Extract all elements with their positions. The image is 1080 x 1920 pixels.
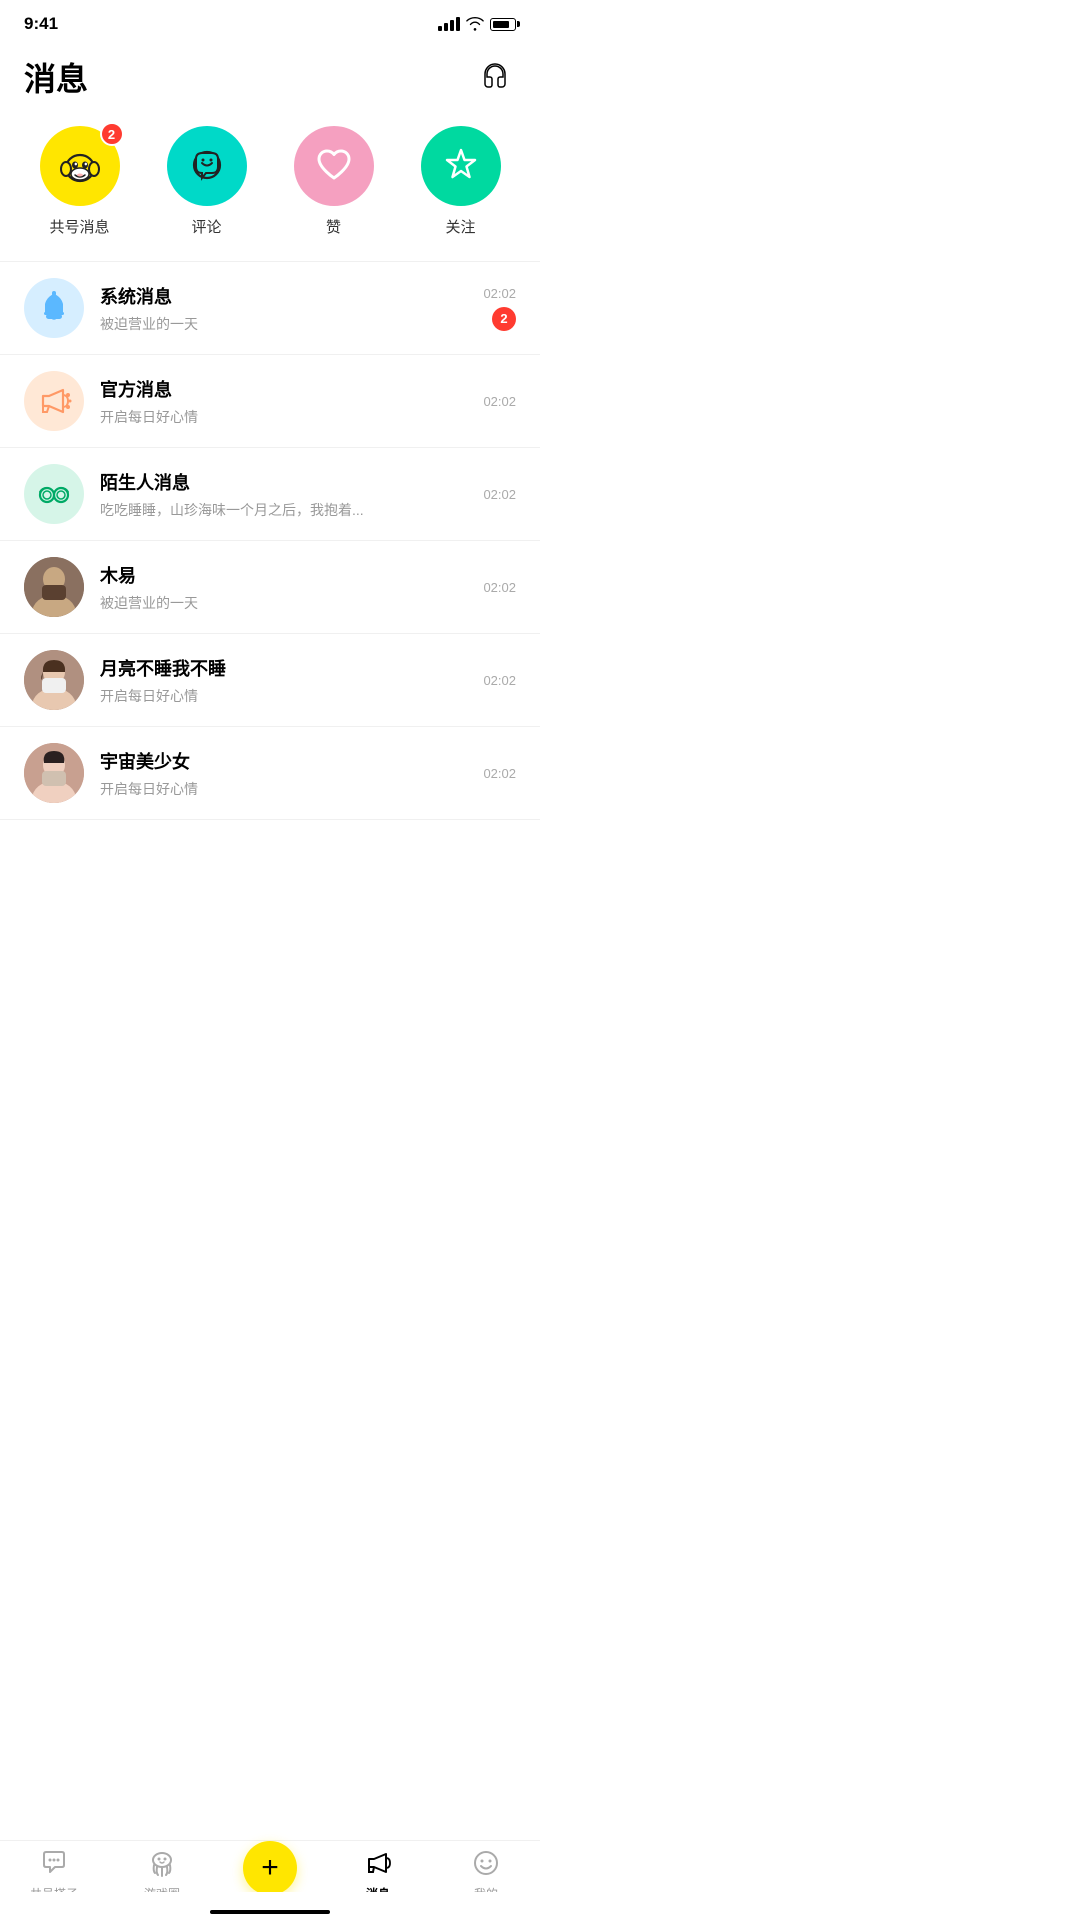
msg-preview-stranger: 吃吃睡睡，山珍海味一个月之后，我抱着... xyxy=(100,500,467,520)
msg-name-muyi: 木易 xyxy=(100,562,467,588)
glasses-icon xyxy=(35,475,73,513)
notif-item-follow[interactable]: 关注 xyxy=(421,126,501,237)
notif-circle-gong: 2 xyxy=(40,126,120,206)
msg-name-universe: 宇宙美少女 xyxy=(100,748,467,774)
msg-time-muyi: 02:02 xyxy=(483,580,516,595)
headset-button[interactable] xyxy=(474,56,516,98)
signal-icon xyxy=(438,17,460,31)
notif-item-like[interactable]: 赞 xyxy=(294,126,374,237)
notif-item-gong[interactable]: 2 共号消息 xyxy=(40,126,120,237)
status-bar: 9:41 xyxy=(0,0,540,44)
msg-preview-moon: 开启每日好心情 xyxy=(100,686,467,706)
avatar-system xyxy=(24,278,84,338)
wifi-icon xyxy=(466,17,484,31)
notif-label-gong: 共号消息 xyxy=(49,216,109,237)
avatar-moon xyxy=(24,650,84,710)
msg-content-universe: 宇宙美少女 开启每日好心情 xyxy=(100,748,467,799)
notif-badge-gong: 2 xyxy=(100,122,124,146)
msg-time-official: 02:02 xyxy=(483,394,516,409)
message-nav-icon xyxy=(364,1849,392,1881)
msg-preview-universe: 开启每日好心情 xyxy=(100,779,467,799)
msg-time-stranger: 02:02 xyxy=(483,487,516,502)
msg-item-moon[interactable]: 月亮不睡我不睡 开启每日好心情 02:02 xyxy=(0,634,540,726)
msg-item-stranger[interactable]: 陌生人消息 吃吃睡睡，山珍海味一个月之后，我抱着... 02:02 xyxy=(0,448,540,540)
msg-time-universe: 02:02 xyxy=(483,766,516,781)
msg-name-official: 官方消息 xyxy=(100,376,467,402)
home-indicator xyxy=(210,1910,330,1914)
person-universe-icon xyxy=(24,743,84,803)
msg-preview-official: 开启每日好心情 xyxy=(100,407,467,427)
msg-name-moon: 月亮不睡我不睡 xyxy=(100,655,467,681)
notif-label-comment: 评论 xyxy=(191,216,221,237)
megaphone-icon xyxy=(35,382,73,420)
message-list: 系统消息 被迫营业的一天 02:02 2 官方消息 开启每日好心情 02:02 xyxy=(0,262,540,820)
msg-meta-stranger: 02:02 xyxy=(483,487,516,502)
star-icon xyxy=(439,144,483,188)
status-time: 9:41 xyxy=(24,14,58,34)
avatar-universe xyxy=(24,743,84,803)
header: 消息 xyxy=(0,44,540,116)
battery-icon xyxy=(490,18,516,31)
comment-icon xyxy=(184,143,230,189)
msg-content-muyi: 木易 被迫营业的一天 xyxy=(100,562,467,613)
person-muyi-icon xyxy=(24,557,84,617)
msg-meta-system: 02:02 2 xyxy=(483,286,516,331)
heart-icon xyxy=(312,144,356,188)
msg-meta-muyi: 02:02 xyxy=(483,580,516,595)
msg-count-system: 2 xyxy=(492,307,516,331)
headset-icon xyxy=(478,60,512,94)
msg-preview-muyi: 被迫营业的一天 xyxy=(100,593,467,613)
person-moon-icon xyxy=(24,650,84,710)
mine-icon xyxy=(472,1849,500,1881)
msg-item-system[interactable]: 系统消息 被迫营业的一天 02:02 2 xyxy=(0,262,540,354)
smiley-icon xyxy=(472,1849,500,1877)
notif-label-like: 赞 xyxy=(326,216,341,237)
msg-item-universe[interactable]: 宇宙美少女 开启每日好心情 02:02 xyxy=(0,727,540,819)
msg-name-system: 系统消息 xyxy=(100,283,467,309)
msg-content-moon: 月亮不睡我不睡 开启每日好心情 xyxy=(100,655,467,706)
msg-item-muyi[interactable]: 木易 被迫营业的一天 02:02 xyxy=(0,541,540,633)
notif-circle-like xyxy=(294,126,374,206)
avatar-muyi xyxy=(24,557,84,617)
notif-circle-comment xyxy=(167,126,247,206)
msg-meta-universe: 02:02 xyxy=(483,766,516,781)
msg-time-moon: 02:02 xyxy=(483,673,516,688)
notif-circle-follow xyxy=(421,126,501,206)
avatar-stranger xyxy=(24,464,84,524)
gong-partner-icon xyxy=(40,1849,68,1881)
notif-label-follow: 关注 xyxy=(445,216,475,237)
plus-icon: + xyxy=(261,1853,279,1883)
game-circle-icon xyxy=(148,1849,176,1881)
msg-name-stranger: 陌生人消息 xyxy=(100,469,467,495)
avatar-official xyxy=(24,371,84,431)
msg-content-official: 官方消息 开启每日好心情 xyxy=(100,376,467,427)
chat-bubble-icon xyxy=(40,1849,68,1877)
notification-icons-row: 2 共号消息 评论 赞 xyxy=(0,116,540,261)
monkey-icon xyxy=(56,142,104,190)
megaphone-nav-icon xyxy=(364,1849,392,1877)
page-title: 消息 xyxy=(24,54,88,100)
msg-item-official[interactable]: 官方消息 开启每日好心情 02:02 xyxy=(0,355,540,447)
add-button[interactable]: + xyxy=(243,1841,297,1895)
bell-icon xyxy=(36,288,72,328)
msg-preview-system: 被迫营业的一天 xyxy=(100,314,467,334)
octopus-icon xyxy=(148,1849,176,1877)
msg-time-system: 02:02 xyxy=(483,286,516,301)
status-icons xyxy=(438,17,516,31)
msg-meta-official: 02:02 xyxy=(483,394,516,409)
msg-meta-moon: 02:02 xyxy=(483,673,516,688)
notif-item-comment[interactable]: 评论 xyxy=(167,126,247,237)
nav-item-add[interactable]: + xyxy=(216,1857,324,1895)
msg-content-stranger: 陌生人消息 吃吃睡睡，山珍海味一个月之后，我抱着... xyxy=(100,469,467,520)
msg-content-system: 系统消息 被迫营业的一天 xyxy=(100,283,467,334)
home-bar xyxy=(0,1892,540,1920)
